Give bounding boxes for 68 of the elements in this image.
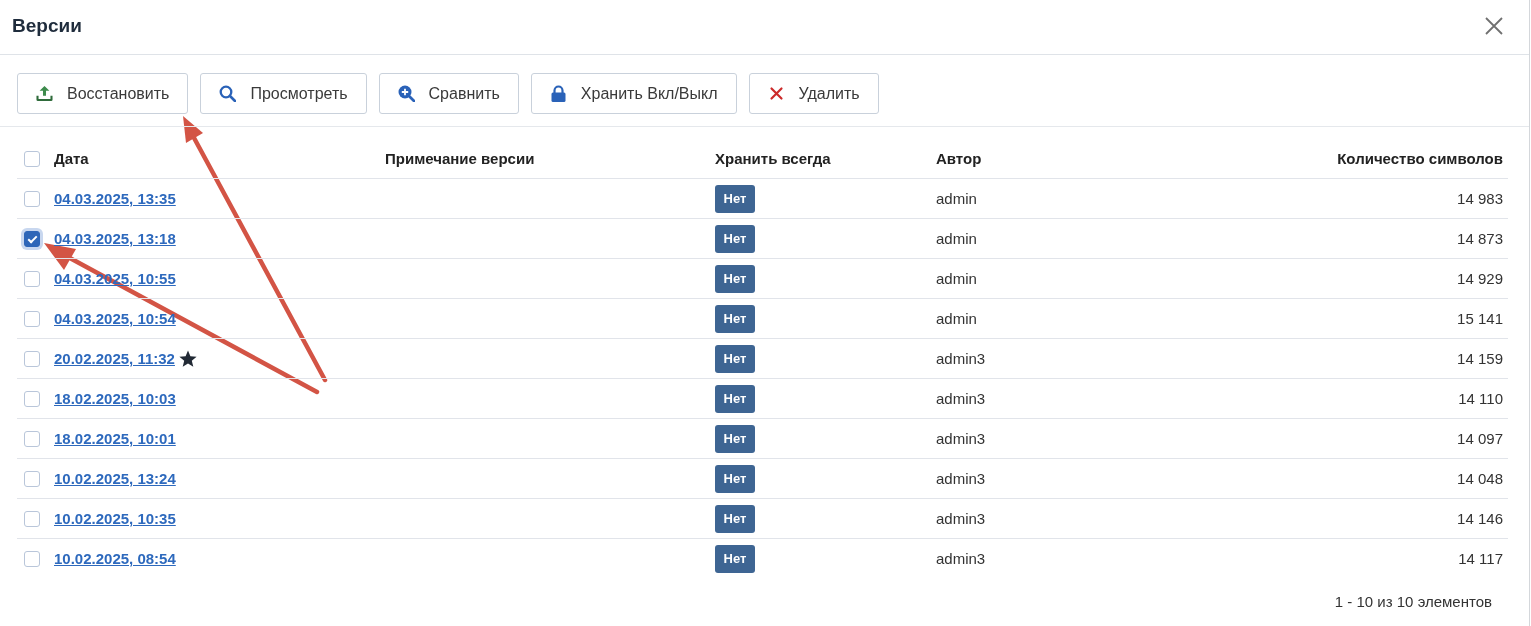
row-checkbox[interactable] <box>24 270 40 287</box>
keep-status-tag: Нет <box>715 504 755 533</box>
version-date-link[interactable]: 04.03.2025, 13:35 <box>54 190 176 207</box>
keep-status-tag: Нет <box>715 544 755 573</box>
row-checkbox[interactable] <box>24 550 40 567</box>
zoom-in-icon <box>397 85 415 102</box>
author-cell: admin <box>936 230 977 247</box>
keep-status-tag: Нет <box>715 264 755 293</box>
close-icon[interactable] <box>1485 17 1503 35</box>
upload-icon <box>36 85 53 102</box>
compare-button[interactable]: Сравнить <box>378 73 519 114</box>
author-cell: admin <box>936 310 977 327</box>
column-header[interactable]: Дата <box>54 150 89 167</box>
keep-status-tag: Нет <box>715 424 755 453</box>
row-checkbox[interactable] <box>24 230 40 247</box>
search-icon <box>219 85 237 102</box>
select-all-checkbox[interactable] <box>24 150 40 167</box>
cross-icon <box>767 85 785 102</box>
row-checkbox[interactable] <box>24 190 40 207</box>
author-cell: admin3 <box>936 350 986 367</box>
keep-status-tag: Нет <box>715 384 755 413</box>
column-header[interactable]: Хранить всегда <box>715 150 831 167</box>
author-cell: admin3 <box>936 430 986 447</box>
version-date-link[interactable]: 18.02.2025, 10:01 <box>54 430 176 447</box>
column-header[interactable]: Автор <box>936 150 982 167</box>
restore-button[interactable]: Восстановить <box>17 73 189 114</box>
column-header[interactable]: Примечание версии <box>385 150 535 167</box>
author-cell: admin <box>936 190 977 207</box>
lock-icon <box>549 85 567 102</box>
author-cell: admin3 <box>936 510 986 527</box>
character-count-cell-text: 14 110 <box>1458 390 1504 407</box>
version-date-link[interactable]: 10.02.2025, 13:24 <box>54 470 176 487</box>
column-header[interactable]: Количество символов <box>1337 150 1508 167</box>
version-date-link[interactable]: 04.03.2025, 10:54 <box>54 310 176 327</box>
version-date-link[interactable]: 20.02.2025, 11:32 <box>54 350 175 367</box>
character-count-cell-text: 14 873 <box>1457 230 1504 247</box>
row-checkbox[interactable] <box>24 470 40 487</box>
version-date-link[interactable]: 10.02.2025, 08:54 <box>54 550 176 567</box>
row-checkbox[interactable] <box>24 390 40 407</box>
author-cell: admin3 <box>936 470 986 487</box>
character-count-cell-text: 14 117 <box>1458 550 1504 567</box>
version-date-link[interactable]: 10.02.2025, 10:35 <box>54 510 176 527</box>
pagination-summary: 1 - 10 из 10 элементов <box>1334 593 1492 610</box>
character-count-cell-text: 14 929 <box>1457 270 1504 287</box>
row-checkbox[interactable] <box>24 350 40 367</box>
version-date-link[interactable]: 18.02.2025, 10:03 <box>54 390 176 407</box>
character-count-cell-text: 14 097 <box>1457 430 1504 447</box>
version-date-link[interactable]: 04.03.2025, 13:18 <box>54 230 176 247</box>
dialog-title: Версии <box>12 15 82 37</box>
view-button[interactable]: Просмотреть <box>200 73 367 114</box>
character-count-cell-text: 14 983 <box>1457 190 1504 207</box>
character-count-cell-text: 14 048 <box>1457 470 1504 487</box>
keep-status-tag: Нет <box>715 304 755 333</box>
character-count-cell-text: 15 141 <box>1457 310 1504 327</box>
row-checkbox[interactable] <box>24 310 40 327</box>
character-count-cell-text: 14 146 <box>1457 510 1504 527</box>
character-count-cell-text: 14 159 <box>1457 350 1504 367</box>
author-cell: admin <box>936 270 977 287</box>
delete-button[interactable]: Удалить <box>748 73 879 114</box>
keep-status-tag: Нет <box>715 344 755 373</box>
keep-status-tag: Нет <box>715 224 755 253</box>
keep-toggle-button[interactable]: Хранить Вкл/Выкл <box>530 73 737 114</box>
author-cell: admin3 <box>936 390 986 407</box>
row-checkbox[interactable] <box>24 430 40 447</box>
author-cell: admin3 <box>936 550 986 567</box>
keep-status-tag: Нет <box>715 464 755 493</box>
row-checkbox[interactable] <box>24 510 40 527</box>
keep-status-tag: Нет <box>715 184 755 213</box>
